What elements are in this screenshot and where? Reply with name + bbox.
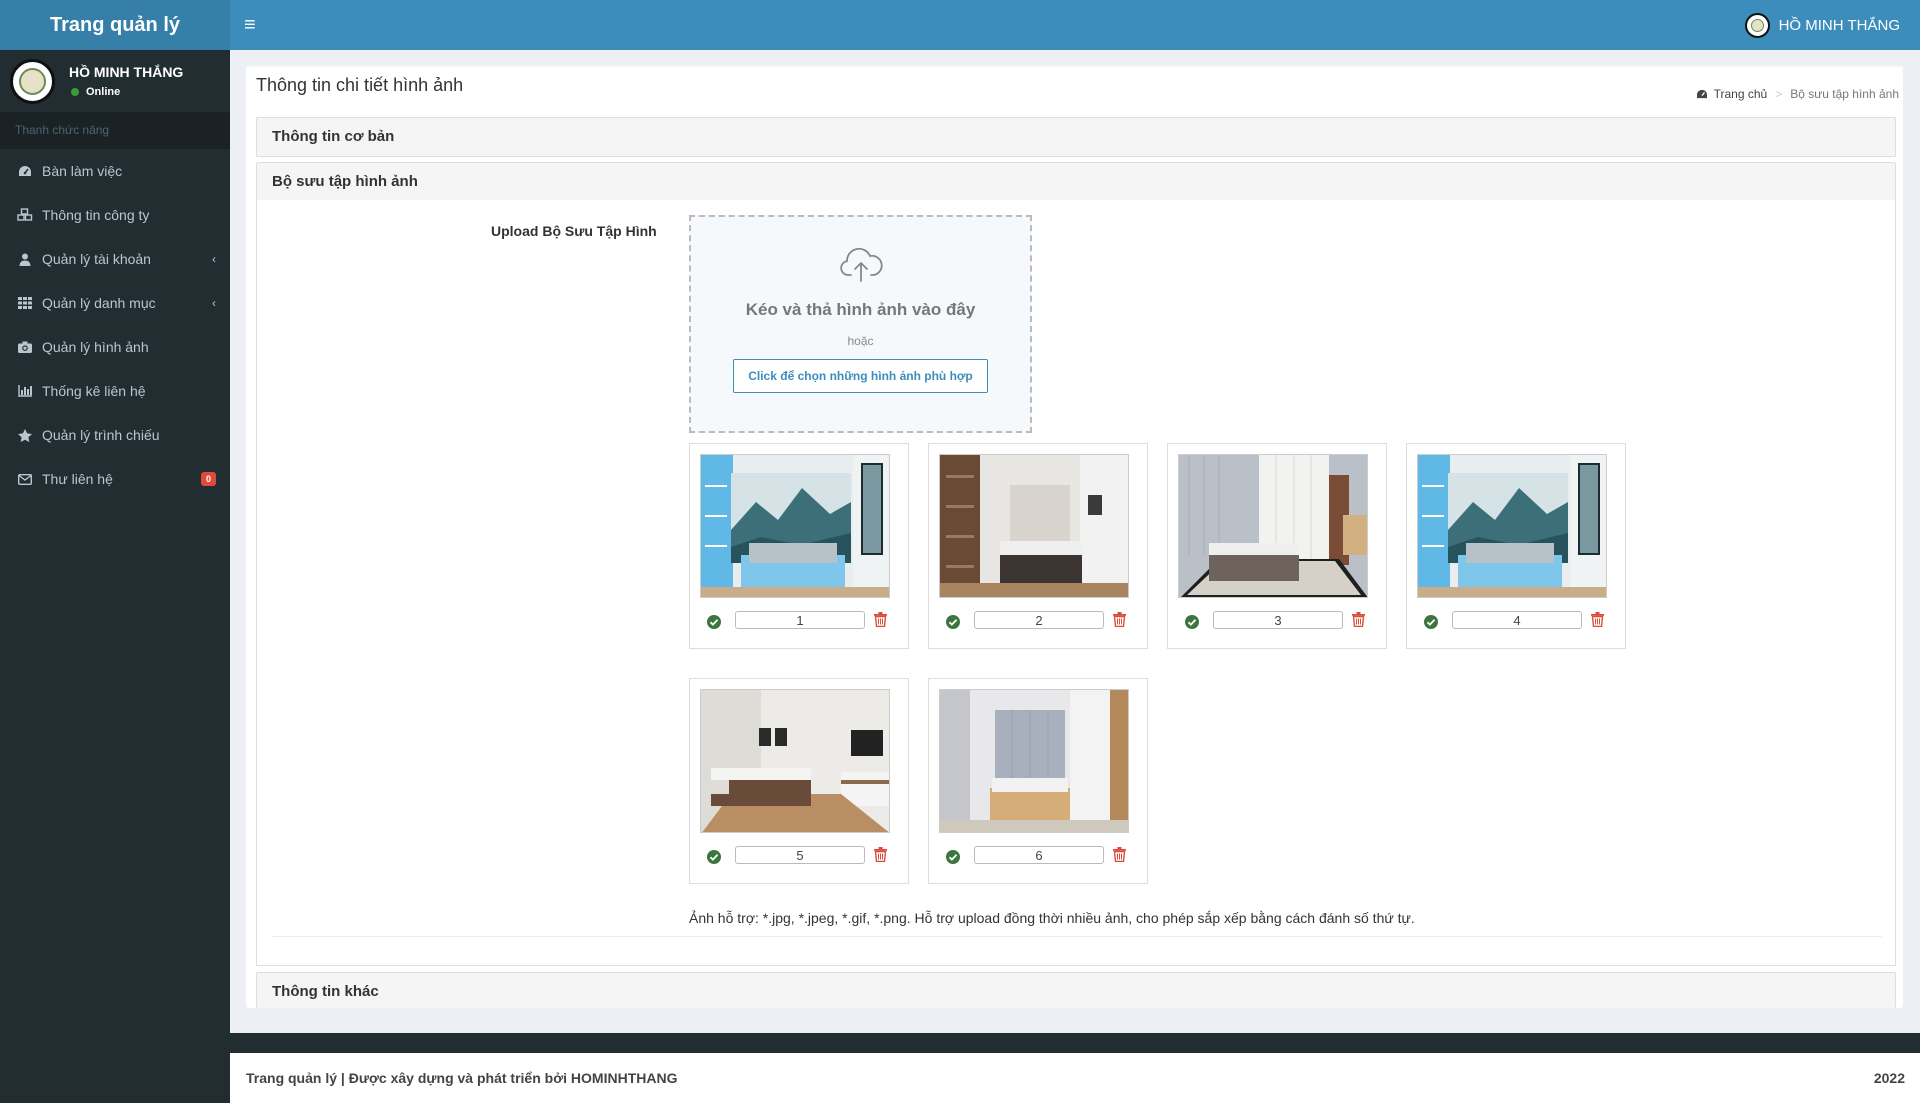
image-order-input[interactable] [1452, 611, 1582, 629]
check-circle-icon[interactable] [1185, 615, 1199, 632]
sidebar-item-label: Quản lý tài khoản [42, 251, 151, 267]
breadcrumb-separator: > [1775, 87, 1783, 101]
sidebar-item-label: Quản lý trình chiếu [42, 427, 160, 443]
gallery-image[interactable] [1417, 454, 1607, 598]
image-order-input[interactable] [974, 611, 1104, 629]
check-circle-icon[interactable] [707, 850, 721, 867]
divider [272, 936, 1882, 937]
gallery-image[interactable] [700, 689, 890, 833]
trash-icon[interactable] [1113, 612, 1126, 630]
trash-icon[interactable] [874, 612, 887, 630]
footer-text: Trang quản lý | Được xây dựng và phát tr… [246, 1070, 678, 1086]
gallery-image[interactable] [700, 454, 890, 598]
sidebar-item-label: Thông tin công ty [42, 207, 150, 223]
camera-icon [17, 339, 33, 355]
check-circle-icon[interactable] [1424, 615, 1438, 632]
image-card [689, 443, 909, 649]
gallery-image[interactable] [1178, 454, 1368, 598]
online-dot-icon [71, 88, 79, 96]
dropzone-or-text: hoặc [847, 334, 874, 348]
image-card [928, 443, 1148, 649]
breadcrumb-current: Bộ sưu tập hình ảnh [1790, 87, 1899, 101]
choose-images-button[interactable]: Click để chọn những hình ảnh phù hợp [733, 359, 988, 393]
sidebar-item-label: Thư liên hệ [42, 471, 113, 487]
panel-other-info-header[interactable]: Thông tin khác [256, 972, 1896, 1008]
bar-chart-icon [17, 383, 33, 399]
trash-icon[interactable] [874, 847, 887, 865]
user-panel: HỒ MINH THẮNG Online [0, 50, 230, 112]
main-content: Thông tin chi tiết hình ảnh Trang chủ > … [230, 50, 1920, 1033]
app-logo-title[interactable]: Trang quản lý [0, 0, 230, 50]
sidebar-item-categories[interactable]: Quản lý danh mục ‹ [0, 281, 230, 325]
content-box: Thông tin chi tiết hình ảnh Trang chủ > … [246, 65, 1903, 1008]
cubes-icon [17, 207, 33, 223]
sidebar-item-label: Quản lý danh mục [42, 295, 156, 311]
footer-year: 2022 [1873, 1070, 1905, 1086]
image-order-input[interactable] [735, 611, 865, 629]
trash-icon[interactable] [1113, 847, 1126, 865]
user-avatar [10, 58, 55, 104]
sidebar-item-accounts[interactable]: Quản lý tài khoản ‹ [0, 237, 230, 281]
image-order-input[interactable] [735, 846, 865, 864]
sidebar-item-label: Thống kê liên hệ [42, 383, 146, 399]
image-card [1167, 443, 1387, 649]
upload-field-label: Upload Bộ Sưu Tập Hình [491, 223, 657, 239]
upload-dropzone[interactable]: Kéo và thả hình ảnh vào đây hoặc Click đ… [689, 215, 1032, 433]
image-order-input[interactable] [974, 846, 1104, 864]
top-user-avatar [1744, 12, 1770, 38]
user-name: HỒ MINH THẮNG [69, 64, 184, 80]
grid-icon [17, 295, 33, 311]
user-icon [17, 251, 33, 267]
footer-divider [230, 1033, 1920, 1053]
sidebar-item-contact-mail[interactable]: Thư liên hệ 0 [0, 457, 230, 501]
top-user-menu[interactable]: HỒ MINH THẮNG [1744, 12, 1900, 38]
sidebar: Trang quản lý HỒ MINH THẮNG Online Thanh… [0, 0, 230, 1103]
sidebar-item-images[interactable]: Quản lý hình ảnh [0, 325, 230, 369]
sidebar-item-slideshow[interactable]: Quản lý trình chiếu [0, 413, 230, 457]
image-order-input[interactable] [1213, 611, 1343, 629]
breadcrumb-home-link[interactable]: Trang chủ [1714, 87, 1768, 101]
panel-basic-info-header[interactable]: Thông tin cơ bản [256, 117, 1896, 157]
home-dashboard-icon [1696, 89, 1708, 99]
footer: Trang quản lý | Được xây dựng và phát tr… [230, 1053, 1920, 1103]
check-circle-icon[interactable] [946, 850, 960, 867]
breadcrumb: Trang chủ > Bộ sưu tập hình ảnh [1696, 87, 1899, 101]
check-circle-icon[interactable] [707, 615, 721, 632]
panel-gallery-body: Upload Bộ Sưu Tập Hình Kéo và thả hình ả… [256, 200, 1896, 966]
dashboard-icon [17, 163, 33, 179]
sidebar-item-company[interactable]: Thông tin công ty [0, 193, 230, 237]
sidebar-item-label: Quản lý hình ảnh [42, 339, 149, 355]
image-card [689, 678, 909, 884]
trash-icon[interactable] [1591, 612, 1604, 630]
image-card [928, 678, 1148, 884]
chevron-left-icon: ‹ [212, 296, 216, 310]
chevron-left-icon: ‹ [212, 252, 216, 266]
sidebar-item-stats[interactable]: Thống kê liên hệ [0, 369, 230, 413]
gallery-image[interactable] [939, 689, 1129, 833]
sidebar-header: Thanh chức năng [0, 112, 230, 149]
sidebar-item-dashboard[interactable]: Bàn làm việc [0, 149, 230, 193]
top-navbar: ≡ HỒ MINH THẮNG [230, 0, 1920, 50]
cloud-upload-icon [691, 247, 1030, 286]
top-user-name: HỒ MINH THẮNG [1778, 16, 1900, 34]
dropzone-title: Kéo và thả hình ảnh vào đây [745, 300, 976, 319]
page-title: Thông tin chi tiết hình ảnh [256, 75, 464, 95]
check-circle-icon[interactable] [946, 615, 960, 632]
panel-gallery-header[interactable]: Bộ sưu tập hình ảnh [256, 162, 1896, 201]
envelope-icon [17, 471, 33, 487]
sidebar-item-label: Bàn làm việc [42, 163, 123, 179]
user-status: Online [69, 86, 183, 98]
trash-icon[interactable] [1352, 612, 1365, 630]
image-card [1406, 443, 1626, 649]
unread-count-badge: 0 [200, 472, 216, 486]
upload-help-text: Ảnh hỗ trợ: *.jpg, *.jpeg, *.gif, *.png.… [689, 910, 1415, 926]
hamburger-menu-icon[interactable]: ≡ [244, 14, 256, 37]
star-icon [17, 427, 33, 443]
gallery-image[interactable] [939, 454, 1129, 598]
